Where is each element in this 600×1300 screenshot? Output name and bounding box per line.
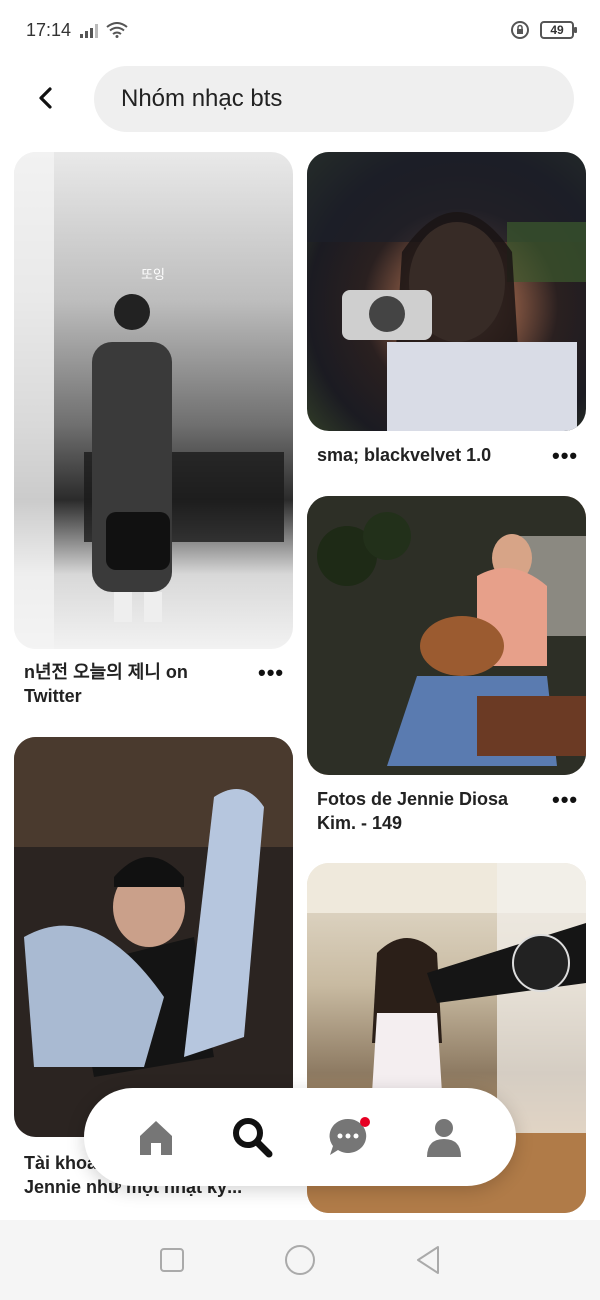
bottom-navigation [84, 1088, 516, 1186]
rotation-lock-icon [511, 21, 529, 39]
pin-image[interactable] [307, 152, 586, 431]
status-time: 17:14 [26, 20, 72, 40]
wifi-icon [106, 22, 128, 38]
pin-image[interactable] [307, 496, 586, 775]
profile-icon [427, 1119, 461, 1157]
search-header: Nhóm nhạc bts [0, 64, 600, 144]
search-input[interactable]: Nhóm nhạc bts [94, 66, 574, 132]
pin-image-caption: 또잉 [141, 267, 165, 282]
recent-apps-icon[interactable] [159, 1247, 185, 1273]
nav-home[interactable] [126, 1107, 186, 1167]
back-button[interactable] [28, 80, 64, 116]
more-options-button[interactable]: ••• [552, 789, 578, 811]
home-icon [140, 1121, 172, 1155]
signal-icon [80, 24, 98, 38]
status-signal-icons [80, 22, 128, 38]
battery-indicator: 49 [540, 21, 577, 39]
nav-profile[interactable] [414, 1107, 474, 1167]
home-circle-icon[interactable] [284, 1244, 316, 1276]
pin-title: n년전 오늘의 제니 on Twitter [24, 662, 188, 706]
status-bar: 17:14 49 [0, 0, 600, 64]
nav-messages[interactable] [318, 1107, 378, 1167]
nav-search[interactable] [222, 1107, 282, 1167]
more-options-button[interactable]: ••• [552, 445, 578, 467]
pin-title: sma; blackvelvet 1.0 [317, 445, 492, 465]
search-icon [233, 1118, 273, 1158]
pin-photo [307, 496, 586, 775]
pin-photo [14, 737, 293, 1137]
pin-image[interactable]: 또잉 [14, 152, 293, 649]
notification-dot [360, 1117, 370, 1127]
pin-photo [14, 152, 284, 649]
pin-title: Fotos de Jennie Diosa Kim. - 149 [317, 789, 509, 833]
back-triangle-icon[interactable] [415, 1245, 441, 1275]
status-right-icons: 49 [510, 20, 577, 40]
pin-image[interactable] [14, 737, 293, 1137]
search-query: Nhóm nhạc bts [121, 85, 283, 112]
system-navigation-bar [0, 1220, 600, 1300]
more-options-button[interactable]: ••• [258, 662, 284, 684]
pin-photo [307, 152, 586, 431]
chevron-left-icon [39, 87, 52, 109]
